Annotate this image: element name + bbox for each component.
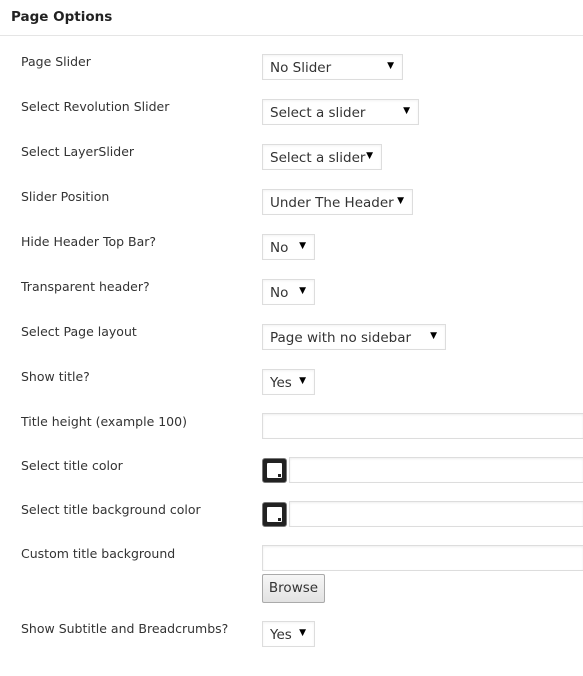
color-picker-swatch-icon[interactable] [262,458,287,483]
dropdown-arrow-icon: ▼ [387,61,394,71]
selected-value: No [270,285,289,301]
revolution-slider-select[interactable]: Select a slider ▼ [262,99,419,125]
page-layout-select[interactable]: Page with no sidebar ▼ [262,324,446,350]
selected-value: No Slider [270,60,332,76]
transparent-header-label: Transparent header? [21,279,150,294]
title-height-label: Title height (example 100) [21,414,187,429]
slider-position-label: Slider Position [21,189,110,204]
selected-value: No [270,240,289,256]
subtitle-breadcrumbs-select[interactable]: Yes ▼ [262,621,315,647]
dropdown-arrow-icon: ▼ [299,628,306,638]
selected-value: Yes [270,627,292,643]
dropdown-arrow-icon: ▼ [366,151,373,161]
selected-value: Page with no sidebar [270,330,412,346]
layerslider-select[interactable]: Select a slider ▼ [262,144,382,170]
selected-value: Select a slider [270,150,366,166]
title-color-input[interactable] [289,457,583,483]
dropdown-arrow-icon: ▼ [430,331,437,341]
title-height-input[interactable] [262,413,583,439]
dropdown-arrow-icon: ▼ [299,286,306,296]
dropdown-arrow-icon: ▼ [403,106,410,116]
dropdown-arrow-icon: ▼ [299,376,306,386]
page-slider-select[interactable]: No Slider ▼ [262,54,403,80]
slider-position-select[interactable]: Under The Header ▼ [262,189,413,215]
selected-value: Select a slider [270,105,366,121]
show-title-select[interactable]: Yes ▼ [262,369,315,395]
title-bg-color-label: Select title background color [21,502,201,517]
page-layout-label: Select Page layout [21,324,137,339]
dropdown-arrow-icon: ▼ [397,196,404,206]
page-options-header: Page Options [0,0,583,36]
revolution-slider-label: Select Revolution Slider [21,99,170,114]
layerslider-label: Select LayerSlider [21,144,135,159]
dropdown-arrow-icon: ▼ [299,241,306,251]
transparent-header-select[interactable]: No ▼ [262,279,315,305]
title-bg-color-input[interactable] [289,501,583,527]
color-picker-swatch-icon[interactable] [262,502,287,527]
selected-value: Under The Header [270,195,394,211]
hide-top-bar-label: Hide Header Top Bar? [21,234,157,249]
subtitle-breadcrumbs-label: Show Subtitle and Breadcrumbs? [21,621,229,636]
title-color-label: Select title color [21,458,123,473]
show-title-label: Show title? [21,369,90,384]
hide-top-bar-select[interactable]: No ▼ [262,234,315,260]
selected-value: Yes [270,375,292,391]
page-slider-label: Page Slider [21,54,91,69]
custom-title-bg-label: Custom title background [21,546,176,561]
browse-button[interactable]: Browse [262,574,325,603]
custom-title-bg-input[interactable] [262,545,583,571]
section-title: Page Options [11,9,113,25]
